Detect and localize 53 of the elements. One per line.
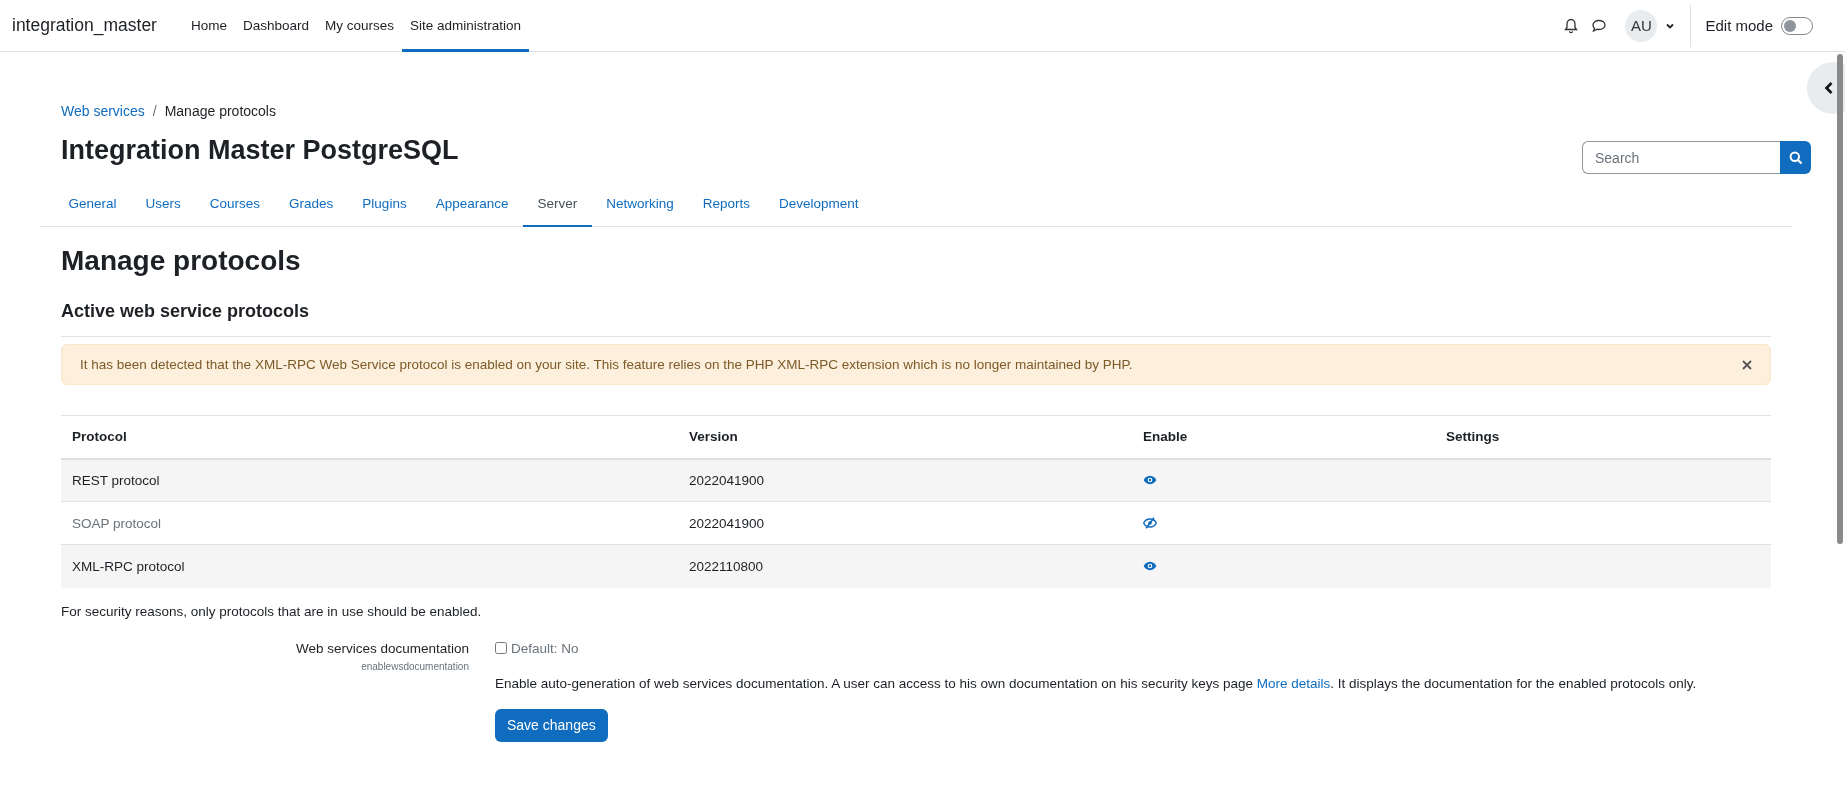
edit-mode-label: Edit mode bbox=[1705, 17, 1773, 34]
edit-mode-toggle[interactable] bbox=[1781, 16, 1813, 35]
admin-tab[interactable]: General bbox=[54, 182, 132, 227]
save-changes-button[interactable]: Save changes bbox=[495, 708, 608, 742]
setting-label: Web services documentation bbox=[295, 640, 469, 656]
admin-tab[interactable]: Server bbox=[522, 182, 592, 227]
section-heading: Manage protocols bbox=[61, 245, 302, 277]
close-icon[interactable] bbox=[1742, 359, 1752, 370]
alert-message: It has been detected that the XML-RPC Web Service protocol is enabled on your site. This feature relies on the PHP XML-RPC extension which is no longer maintained by PHP. bbox=[80, 357, 1133, 372]
chevron-left-icon bbox=[1823, 81, 1835, 95]
nav-link[interactable]: Site administration bbox=[402, 0, 530, 52]
chat-bubble-icon[interactable] bbox=[1591, 17, 1608, 34]
table-cell: SOAP protocol bbox=[61, 501, 678, 545]
admin-tab[interactable]: Appearance bbox=[421, 182, 523, 227]
nav-link[interactable]: Dashboard bbox=[234, 0, 317, 52]
admin-tab[interactable]: Plugins bbox=[347, 182, 422, 227]
search-button[interactable] bbox=[1780, 141, 1811, 174]
setting-name: enablewsdocumentation bbox=[361, 660, 469, 672]
eye-icon[interactable] bbox=[1143, 475, 1157, 486]
column-header: Version bbox=[678, 415, 1132, 459]
admin-tab[interactable]: Grades bbox=[274, 182, 348, 227]
setting-description: Enable auto-generation of web services documentation. A user can access to his own documentation on his security keys page More details. It displays the documentation for the enabled protocols only. bbox=[495, 675, 1697, 691]
admin-tab[interactable]: Networking bbox=[591, 182, 689, 227]
checkbox[interactable] bbox=[495, 642, 507, 654]
table-cell: 2022041900 bbox=[678, 458, 1132, 502]
user-avatar[interactable]: AU bbox=[1625, 9, 1658, 42]
admin-tab[interactable]: Development bbox=[764, 182, 874, 227]
breadcrumb-link[interactable]: Web services bbox=[61, 103, 145, 119]
breadcrumb-current: Manage protocols bbox=[164, 103, 276, 119]
bell-icon[interactable] bbox=[1563, 17, 1580, 34]
admin-tab[interactable]: Users bbox=[131, 182, 196, 227]
eye-icon[interactable] bbox=[1143, 561, 1157, 572]
column-header: Settings bbox=[1435, 415, 1771, 459]
admin-tab[interactable]: Courses bbox=[195, 182, 275, 227]
table-cell: XML-RPC protocol bbox=[61, 544, 678, 588]
scrollbar[interactable] bbox=[1837, 54, 1843, 544]
table-cell: 2022041900 bbox=[678, 501, 1132, 545]
breadcrumb-separator: / bbox=[152, 103, 157, 119]
nav-link[interactable]: Home bbox=[182, 0, 235, 52]
nav-link[interactable]: My courses bbox=[317, 0, 403, 52]
site-name[interactable]: integration_master bbox=[12, 15, 157, 36]
default-value: Default: No bbox=[511, 640, 579, 656]
page-title: Integration Master PostgreSQL bbox=[61, 135, 459, 166]
table-cell: 2022110800 bbox=[678, 544, 1132, 588]
column-header: Enable bbox=[1132, 415, 1435, 459]
table-cell: REST protocol bbox=[61, 458, 678, 502]
security-note: For security reasons, only protocols that are in use should be enabled. bbox=[61, 603, 483, 619]
search-field[interactable]: Search bbox=[1582, 141, 1780, 174]
column-header: Protocol bbox=[61, 415, 678, 459]
search-icon bbox=[1788, 150, 1803, 165]
subsection-heading: Active web service protocols bbox=[61, 301, 311, 322]
admin-tab[interactable]: Reports bbox=[688, 182, 765, 227]
eye-slash-icon[interactable] bbox=[1143, 517, 1157, 529]
